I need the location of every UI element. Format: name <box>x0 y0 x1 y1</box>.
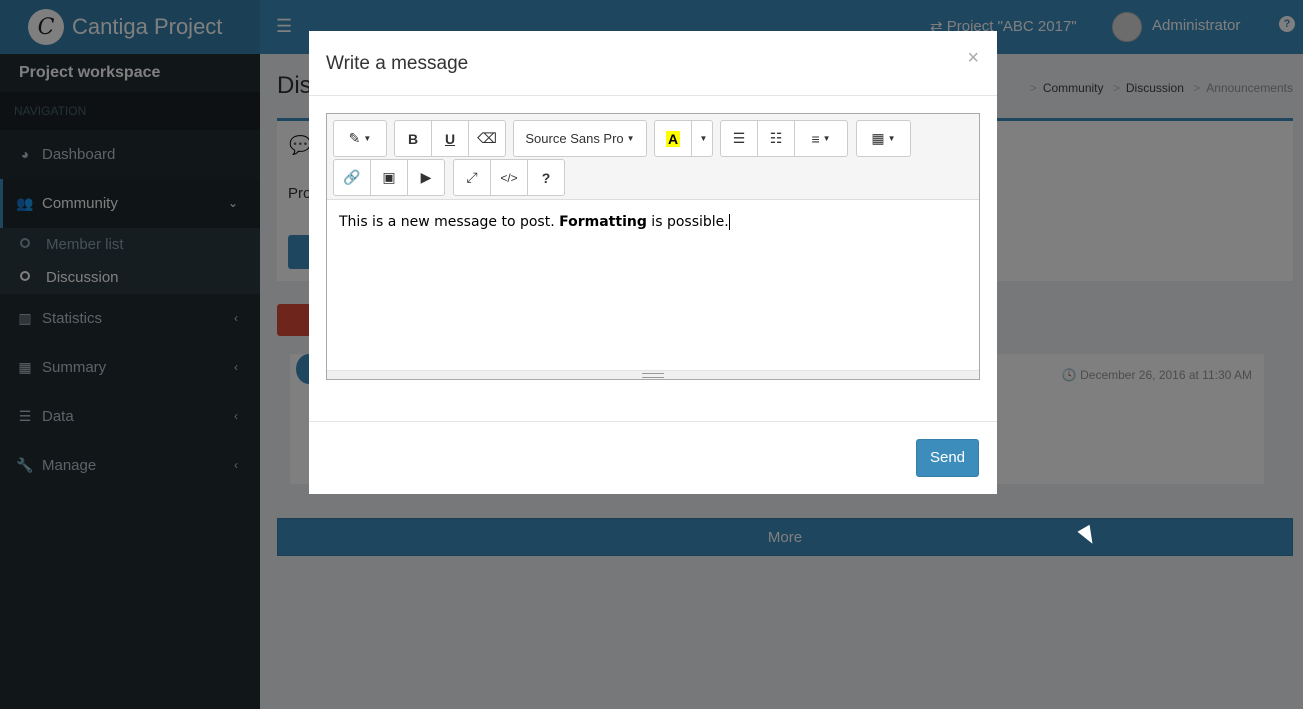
image-icon: ▣ <box>382 169 396 185</box>
insert-image-button[interactable]: ▣ <box>370 159 408 196</box>
numbered-list-button[interactable]: ☷ <box>757 120 795 157</box>
write-message-modal: Write a message × ✎ ▼ B U ⌫ Source Sans P… <box>309 31 997 494</box>
magic-wand-icon: ✎ <box>348 130 361 146</box>
text-color-icon: A <box>665 130 681 147</box>
text-cursor <box>728 214 730 230</box>
code-view-button[interactable]: </> <box>490 159 528 196</box>
send-button[interactable]: Send <box>916 439 979 477</box>
modal-footer: Send <box>309 421 997 495</box>
question-icon: ? <box>541 169 551 186</box>
bullet-list-button[interactable]: ☰ <box>720 120 758 157</box>
video-icon: ▶ <box>420 169 432 185</box>
editor-toolbar: ✎ ▼ B U ⌫ Source Sans Pro ▼ A ▼ ☰ ☷ ≡ ▼ … <box>327 114 979 200</box>
table-icon: ▦ <box>871 130 885 146</box>
help-button[interactable]: ? <box>527 159 565 196</box>
highlight-color-button[interactable]: A <box>654 120 692 157</box>
editor-content-area[interactable]: This is a new message to post. Formattin… <box>327 200 979 368</box>
align-left-icon: ≡ <box>811 130 820 147</box>
fullscreen-icon: ⤢ <box>466 169 478 185</box>
modal-title: Write a message <box>326 53 469 74</box>
rich-text-editor: ✎ ▼ B U ⌫ Source Sans Pro ▼ A ▼ ☰ ☷ ≡ ▼ … <box>326 113 980 380</box>
bold-button[interactable]: B <box>394 120 432 157</box>
eraser-button[interactable]: ⌫ <box>468 120 506 157</box>
list-ol-icon: ☷ <box>769 130 783 146</box>
align-dropdown-button[interactable]: ≡ ▼ <box>794 120 848 157</box>
fullscreen-button[interactable]: ⤢ <box>453 159 491 196</box>
editor-resize-handle[interactable] <box>327 370 979 379</box>
modal-header: Write a message × <box>309 31 997 96</box>
style-magic-button[interactable]: ✎ ▼ <box>333 120 387 157</box>
insert-video-button[interactable]: ▶ <box>407 159 445 196</box>
font-family-dropdown[interactable]: Source Sans Pro ▼ <box>513 120 647 157</box>
table-dropdown-button[interactable]: ▦ ▼ <box>856 120 911 157</box>
close-icon[interactable]: × <box>967 47 979 70</box>
link-icon: 🔗 <box>343 169 361 185</box>
color-dropdown-button[interactable]: ▼ <box>691 120 713 157</box>
list-ul-icon: ☰ <box>732 130 746 146</box>
insert-link-button[interactable]: 🔗 <box>333 159 371 196</box>
code-icon: </> <box>500 170 518 185</box>
eraser-icon: ⌫ <box>477 130 497 146</box>
underline-button[interactable]: U <box>431 120 469 157</box>
